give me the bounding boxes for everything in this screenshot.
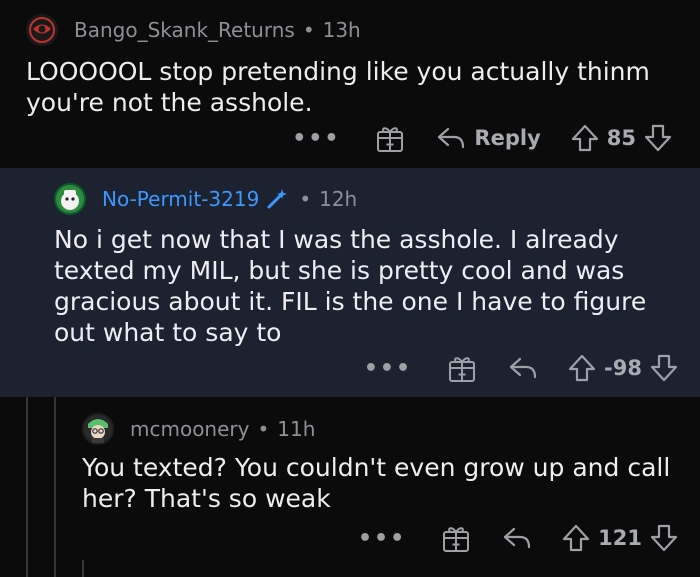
avatar-icon — [29, 17, 55, 43]
vote-score: 121 — [598, 526, 642, 550]
comment-meta: Bango_Skank_Returns • 13h — [26, 14, 361, 46]
reply-button[interactable]: Reply — [436, 125, 541, 151]
thread-line[interactable] — [54, 397, 56, 577]
meta-separator: • — [299, 187, 312, 211]
comment-author[interactable]: No-Permit-3219 — [102, 187, 259, 211]
upvote-icon[interactable] — [571, 123, 599, 153]
thread-line[interactable] — [26, 397, 28, 577]
vote-controls: -98 — [568, 353, 678, 383]
more-options-button[interactable]: ••• — [364, 356, 412, 381]
comment-meta: No-Permit-3219 • 12h — [54, 183, 357, 215]
comment-actions: ••• Reply 85 — [292, 118, 672, 158]
award-gift-icon — [449, 357, 476, 382]
more-options-button[interactable]: ••• — [358, 526, 406, 551]
award-gift-icon — [443, 527, 470, 552]
reply-button[interactable] — [508, 355, 538, 381]
comment-author[interactable]: Bango_Skank_Returns — [74, 18, 295, 42]
comment-actions: ••• -98 — [364, 348, 678, 388]
vote-controls: 85 — [571, 123, 672, 153]
reply-arrow-icon — [509, 357, 537, 379]
downvote-icon[interactable] — [644, 123, 672, 153]
comment-actions: ••• 121 — [358, 518, 678, 558]
op-wand-icon — [267, 189, 288, 209]
meta-separator: • — [302, 18, 315, 42]
award-gift-icon — [377, 127, 404, 152]
vote-controls: 121 — [562, 523, 678, 553]
comment-age: 13h — [322, 18, 361, 42]
avatar[interactable] — [54, 183, 86, 215]
award-button[interactable] — [446, 352, 478, 384]
comment-body: You texted? You couldn't even grow up an… — [82, 453, 671, 513]
vote-score: 85 — [606, 126, 636, 150]
avatar-icon — [84, 415, 112, 443]
reply-label: Reply — [474, 126, 541, 150]
meta-separator: • — [257, 417, 270, 441]
thread-line[interactable] — [82, 560, 84, 577]
upvote-icon[interactable] — [562, 523, 590, 553]
award-button[interactable] — [374, 122, 406, 154]
comment-author[interactable]: mcmoonery — [130, 417, 249, 441]
more-options-button[interactable]: ••• — [292, 126, 340, 151]
comment-meta: mcmoonery • 11h — [82, 413, 315, 445]
avatar[interactable] — [82, 413, 114, 445]
comment-body: No i get now that I was the asshole. I a… — [54, 225, 647, 347]
reply-arrow-icon — [438, 127, 465, 149]
award-button[interactable] — [440, 522, 472, 554]
op-badge — [265, 187, 289, 211]
upvote-icon[interactable] — [568, 353, 596, 383]
avatar[interactable] — [26, 14, 58, 46]
reply-arrow-icon — [504, 527, 531, 549]
comment-1: Bango_Skank_Returns • 13h LOOOOOL stop p… — [0, 0, 700, 168]
reply-button[interactable] — [502, 525, 532, 551]
avatar-icon — [56, 185, 84, 213]
comment-age: 12h — [319, 187, 358, 211]
comment-body: LOOOOOL stop pretending like you actuall… — [26, 57, 650, 117]
downvote-icon[interactable] — [650, 353, 678, 383]
comment-age: 11h — [277, 417, 316, 441]
vote-score: -98 — [604, 356, 642, 380]
downvote-icon[interactable] — [650, 523, 678, 553]
